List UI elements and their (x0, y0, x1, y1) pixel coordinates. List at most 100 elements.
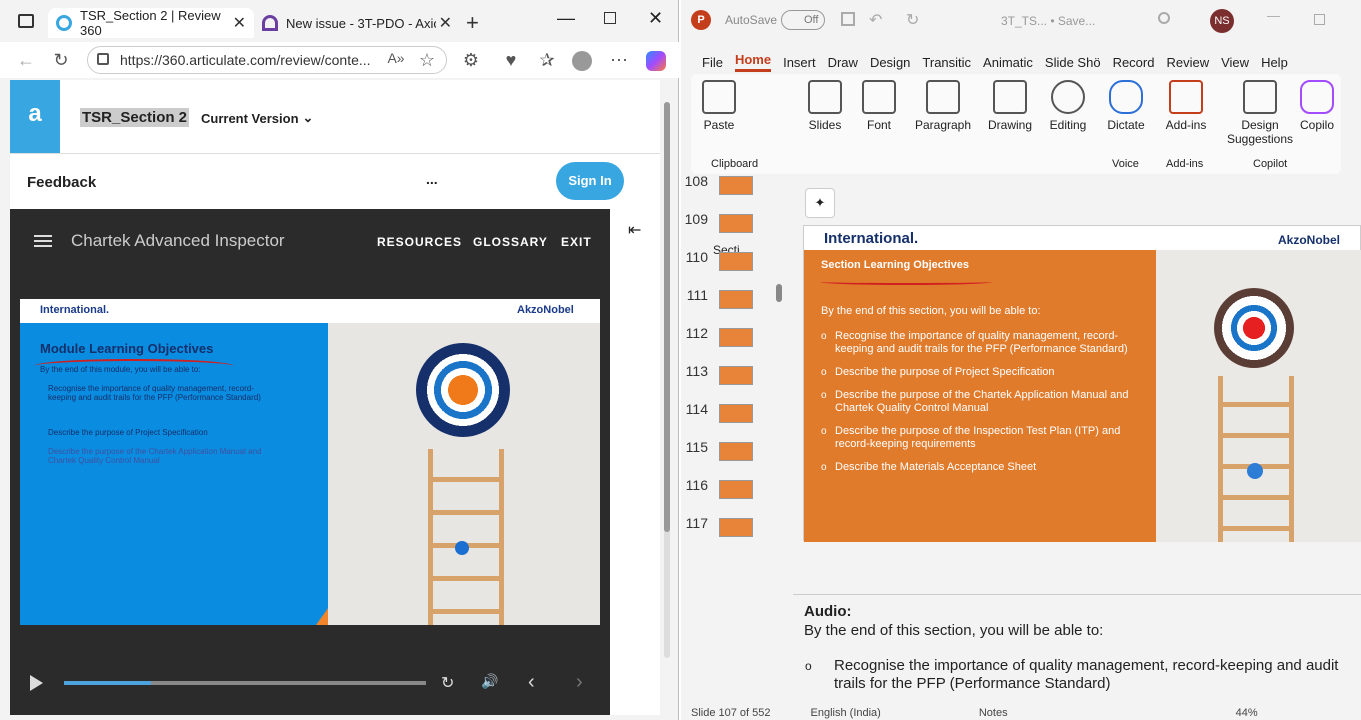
objective-item: Recognise the importance of quality mana… (821, 330, 1141, 356)
favorites-icon[interactable]: ✰ (536, 50, 558, 71)
redo-icon[interactable]: ↻ (906, 10, 919, 30)
slide-thumbnail[interactable]: 114 (681, 401, 781, 439)
slide-thumbnail[interactable]: 109 (681, 211, 781, 249)
target-image (1214, 288, 1294, 368)
slide-count: Slide 107 of 552 (691, 707, 771, 719)
tab-review360[interactable]: TSR_Section 2 | Review 360 ✕ (48, 8, 254, 38)
page-title: TSR_Section 2 (80, 108, 190, 127)
sign-in-button[interactable]: Sign In (556, 162, 624, 200)
tab-draw[interactable]: Draw (828, 55, 858, 70)
minimize-button[interactable]: — (1267, 8, 1280, 23)
tab-animations[interactable]: Animatic (983, 55, 1033, 70)
replay-icon[interactable]: ↻ (441, 673, 454, 693)
read-aloud-icon[interactable]: A» (385, 50, 407, 66)
user-avatar[interactable]: NS (1210, 9, 1234, 33)
version-dropdown[interactable]: Current Version ⌄ (201, 110, 313, 126)
design-ideas-icon[interactable]: ✦ (805, 188, 835, 218)
zoom-level[interactable]: 44% (1236, 707, 1258, 719)
slide-thumbnail-image (719, 214, 753, 233)
tab-design[interactable]: Design (870, 55, 910, 70)
tab-transitions[interactable]: Transitic (922, 55, 971, 70)
play-icon[interactable] (30, 675, 43, 691)
slide-number: 115 (685, 439, 708, 455)
maximize-button[interactable] (1314, 14, 1325, 25)
tab-view[interactable]: View (1221, 55, 1249, 70)
paste-button[interactable]: Paste (701, 80, 737, 132)
tab-record[interactable]: Record (1113, 55, 1155, 70)
tab-slideshow[interactable]: Slide Shö (1045, 55, 1101, 70)
nav-glossary[interactable]: GLOSSARY (473, 235, 548, 249)
new-tab-button[interactable]: + (466, 10, 479, 36)
copilot-button[interactable]: Copilo (1299, 80, 1335, 132)
slide-thumbnail[interactable]: 115 (681, 439, 781, 477)
language[interactable]: English (India) (811, 707, 881, 719)
slide-number: 112 (685, 325, 708, 341)
tab-insert[interactable]: Insert (783, 55, 816, 70)
more-icon[interactable]: ⋯ (608, 50, 630, 71)
next-icon[interactable]: › (576, 671, 583, 694)
slide-thumbnail[interactable]: 116 (681, 477, 781, 515)
paragraph-button[interactable]: Paragraph (914, 80, 972, 132)
slide-thumbnail[interactable]: 108 (681, 176, 781, 211)
slide-thumbnail[interactable]: 112 (681, 325, 781, 363)
design-suggestions-button[interactable]: Design Suggestions (1224, 80, 1296, 146)
window-icon[interactable] (18, 14, 34, 28)
objective-item: Describe the purpose of Project Specific… (821, 366, 1141, 379)
maximize-button[interactable] (604, 12, 616, 24)
nav-exit[interactable]: EXIT (561, 235, 592, 249)
slide-heading: Module Learning Objectives (40, 341, 214, 356)
thumb-scrollbar[interactable] (776, 284, 782, 302)
tab-file[interactable]: File (702, 55, 723, 70)
nav-resources[interactable]: RESOURCES (377, 235, 462, 249)
slide-bullet: Describe the purpose of the Chartek Appl… (48, 447, 262, 465)
favorite-icon[interactable]: ☆ (416, 50, 438, 71)
drawing-icon (993, 80, 1027, 114)
autosave-toggle[interactable]: Off (781, 10, 825, 30)
close-window-button[interactable]: ✕ (648, 8, 663, 29)
close-tab-icon[interactable]: ✕ (439, 13, 452, 33)
file-name[interactable]: 3T_TS... • Save... (1001, 14, 1095, 28)
slide-thumbnail[interactable]: 111 (681, 287, 781, 325)
slide-thumbnail[interactable]: 113 (681, 363, 781, 401)
copilot-icon[interactable] (646, 51, 666, 71)
refresh-icon[interactable]: ↻ (50, 50, 72, 71)
more-options-button[interactable]: ... (426, 171, 438, 187)
previous-icon[interactable]: ‹ (528, 671, 535, 694)
slide-thumbnail[interactable]: 110 (681, 249, 781, 287)
font-button[interactable]: Font (861, 80, 897, 132)
undo-icon[interactable]: ↶ (869, 10, 882, 30)
search-icon[interactable] (1158, 12, 1170, 24)
menu-icon[interactable] (34, 235, 52, 247)
back-icon[interactable]: ← (15, 50, 37, 71)
tab-review[interactable]: Review (1166, 55, 1209, 70)
course-player: Chartek Advanced Inspector RESOURCES GLO… (10, 209, 610, 715)
slide-intro: By the end of this module, you will be a… (40, 365, 201, 374)
dictate-button[interactable]: Dictate (1103, 80, 1149, 132)
slide-canvas[interactable]: International. AkzoNobel Section Learnin… (803, 225, 1361, 542)
minimize-button[interactable]: — (557, 8, 575, 29)
powerpoint-logo: P (691, 10, 711, 30)
tab-home[interactable]: Home (734, 52, 772, 72)
slides-button[interactable]: Slides (805, 80, 845, 132)
save-icon[interactable] (841, 12, 855, 26)
slide-thumbnail-image (719, 518, 753, 537)
close-tab-icon[interactable]: ✕ (233, 13, 246, 33)
collapse-panel-icon[interactable]: ⇤ (628, 220, 641, 240)
volume-icon[interactable]: 🔊 (481, 673, 498, 690)
notes-pane[interactable]: Audio: By the end of this section, you w… (793, 594, 1361, 704)
address-bar-area: ← ↻ https://360.articulate.com/review/co… (0, 42, 679, 78)
editing-button[interactable]: Editing (1045, 80, 1091, 132)
notes-toggle[interactable]: Notes (979, 707, 1008, 719)
add-ins-button[interactable]: Add-ins (1163, 80, 1209, 132)
tab-new-issue[interactable]: New issue - 3T-PDO - Axio ✕ (254, 8, 460, 38)
page-scrollbar[interactable] (664, 102, 670, 658)
performance-icon[interactable]: ♥ (500, 50, 522, 71)
extensions-icon[interactable]: ⚙ (460, 50, 482, 71)
slide-thumbnail[interactable]: 117 (681, 515, 781, 553)
notes-bullet: Recognise the importance of quality mana… (834, 657, 1339, 692)
profile-avatar[interactable] (572, 51, 592, 71)
slides-icon (808, 80, 842, 114)
tab-help[interactable]: Help (1261, 55, 1288, 70)
progress-bar[interactable] (64, 681, 426, 685)
drawing-button[interactable]: Drawing (987, 80, 1033, 132)
